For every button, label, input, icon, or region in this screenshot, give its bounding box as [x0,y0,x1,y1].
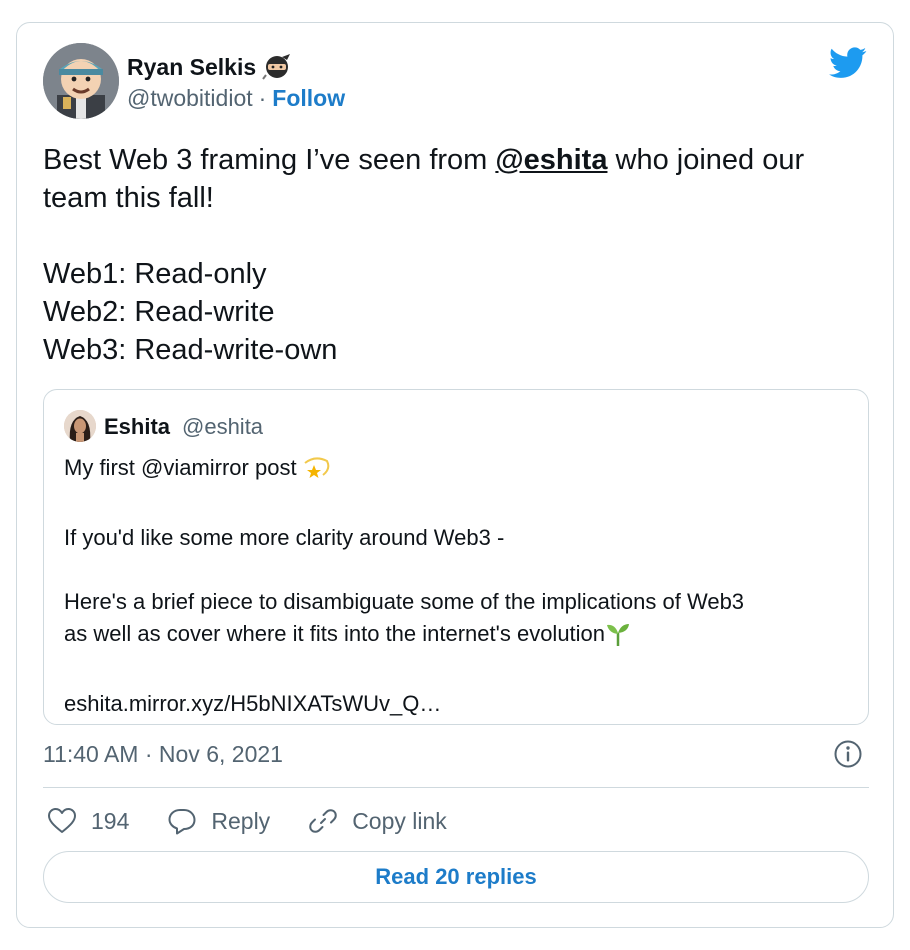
ninja-emoji-icon [262,53,292,81]
tweet-text: Best Web 3 framing I’ve seen from @eshit… [43,141,873,369]
quoted-line-4: as well as cover where it fits into the … [64,618,854,656]
copy-link-label: Copy link [352,807,447,834]
quoted-line-1-text: My first @viamirror post [64,455,303,480]
quoted-tweet[interactable]: Eshita @eshita My first @viamirror post … [43,389,869,725]
tweet-line-web1: Web1: Read-only [43,258,267,290]
read-replies-button[interactable]: Read 20 replies [43,851,869,903]
quoted-link[interactable]: eshita.mirror.xyz/H5bNIXATsWUv_Q… [64,688,854,720]
quoted-tweet-text: My first @viamirror post If you'd like s… [64,452,854,720]
twitter-bird-icon[interactable] [829,47,867,79]
reply-bubble-icon [168,809,196,835]
quoted-author-avatar[interactable] [64,410,96,442]
like-button[interactable]: 194 [47,806,129,836]
tweet-timestamp[interactable]: 11:40 AM · Nov 6, 2021 [43,741,283,768]
heart-icon [48,808,76,833]
divider [43,787,869,788]
like-count: 194 [91,807,130,834]
separator-dot: · [258,85,267,111]
tweet-line-web2: Web2: Read-write [43,296,275,328]
seedling-emoji-icon [605,621,631,656]
quoted-line-4-text: as well as cover where it fits into the … [64,621,606,646]
link-icon [309,809,337,833]
quoted-author-handle[interactable]: @eshita [182,414,263,440]
quoted-line-3: Here's a brief piece to disambiguate som… [64,589,745,614]
dizzy-star-emoji-icon [303,455,331,490]
embedded-tweet-card: Ryan Selkis @twobitidiot · Follow Best W… [16,22,894,928]
copy-link-button[interactable]: Copy link [308,806,447,836]
info-icon[interactable] [833,739,863,769]
action-bar: 194 Reply Copy link [47,803,485,839]
author-name[interactable]: Ryan Selkis [127,53,292,81]
quoted-author-name[interactable]: Eshita [104,414,170,440]
author-handle[interactable]: @twobitidiot [127,85,253,112]
author-avatar[interactable] [43,43,119,119]
reply-label: Reply [211,807,271,834]
tweet-line-web3: Web3: Read-write-own [43,334,338,366]
author-name-text[interactable]: Ryan Selkis [127,54,256,81]
follow-button[interactable]: Follow [272,85,345,112]
author-handle-row: @twobitidiot · Follow [127,85,345,112]
tweet-intro-before: Best Web 3 framing I’ve seen from [43,144,496,176]
reply-button[interactable]: Reply [167,806,270,836]
read-replies-label: Read 20 replies [375,864,537,889]
quoted-line-1: My first @viamirror post [64,452,854,490]
mention-link[interactable]: @eshita [495,144,607,176]
quoted-line-2: If you'd like some more clarity around W… [64,525,505,550]
